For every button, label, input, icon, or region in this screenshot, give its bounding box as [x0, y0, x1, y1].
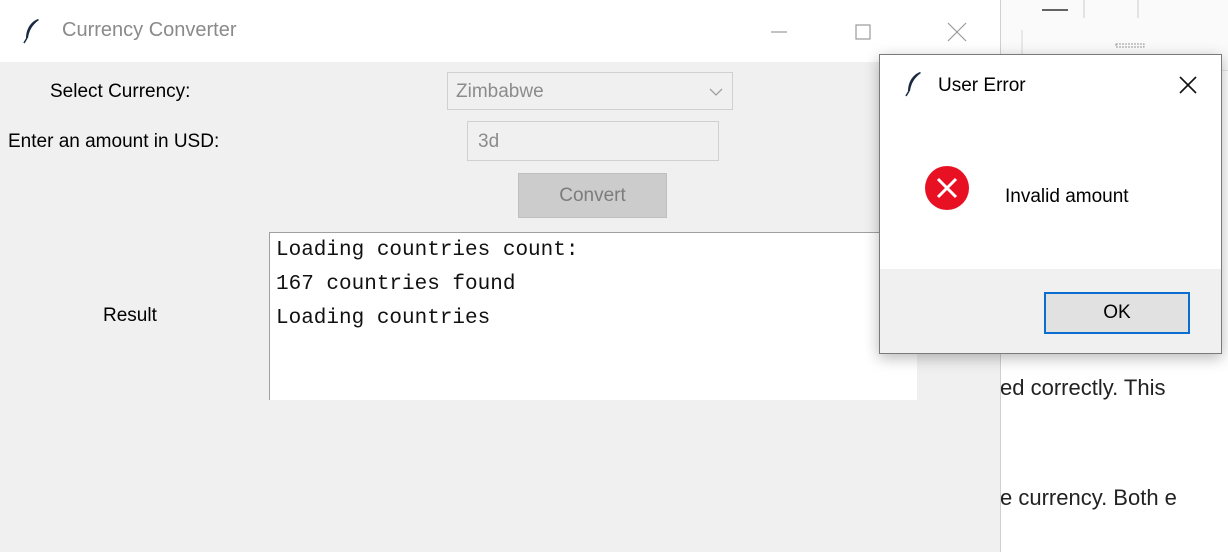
- window-title: Currency Converter: [62, 19, 237, 41]
- doc-text-line: ed correctly. This: [1000, 375, 1166, 400]
- result-text-area[interactable]: Loading countries count: 167 countries f…: [269, 232, 917, 400]
- user-error-dialog: User Error Invalid amount OK: [879, 54, 1222, 354]
- amount-label: Enter an amount in USD:: [8, 131, 220, 152]
- currency-select[interactable]: Zimbabwe: [447, 72, 733, 110]
- close-icon: [1179, 76, 1197, 94]
- result-line: Loading countries count:: [276, 239, 579, 262]
- close-icon: [947, 22, 967, 42]
- currency-select-value: Zimbabwe: [456, 81, 544, 102]
- title-bar[interactable]: Currency Converter: [0, 0, 1000, 62]
- dialog-footer: OK: [880, 269, 1221, 353]
- convert-button[interactable]: Convert: [518, 173, 667, 218]
- maximize-button[interactable]: [840, 12, 886, 52]
- amount-input-value: 3d: [478, 131, 500, 152]
- dialog-title-bar[interactable]: User Error: [880, 55, 1221, 117]
- minimize-button[interactable]: [756, 12, 802, 52]
- amount-input[interactable]: 3d: [467, 121, 719, 161]
- maximize-icon: [855, 24, 871, 40]
- error-icon: [925, 166, 969, 210]
- feather-icon: [905, 72, 921, 97]
- select-currency-label: Select Currency:: [50, 81, 191, 102]
- result-line: Loading countries: [276, 307, 491, 330]
- minimize-icon: [771, 31, 787, 33]
- result-line: 167 countries found: [276, 273, 516, 296]
- chevron-down-icon[interactable]: [704, 81, 728, 103]
- currency-converter-window: Currency Converter Select Currency: Zimb…: [0, 0, 1001, 552]
- dialog-close-button[interactable]: [1170, 69, 1206, 101]
- close-button[interactable]: [934, 12, 980, 52]
- dialog-title: User Error: [938, 75, 1026, 96]
- dialog-message: Invalid amount: [1005, 186, 1129, 207]
- ok-button[interactable]: OK: [1044, 292, 1190, 334]
- result-label: Result: [103, 305, 157, 326]
- dialog-body: Invalid amount: [880, 117, 1221, 269]
- feather-icon: [23, 19, 39, 44]
- doc-text-line: e currency. Both e: [1000, 485, 1177, 510]
